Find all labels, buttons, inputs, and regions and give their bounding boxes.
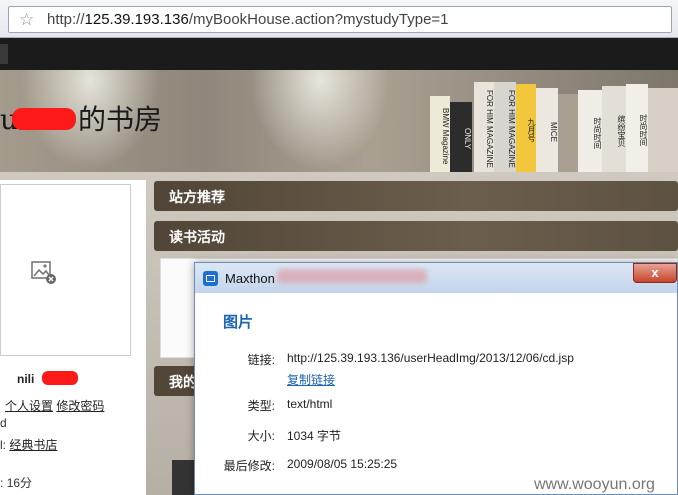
url-prefix: http:// [47,11,85,28]
store-row: l: 经典书店 [0,436,57,453]
star-icon[interactable]: ☆ [19,10,34,30]
link-label: 链接: [247,353,275,367]
dialog-heading: 图片 [223,314,254,331]
address-bar: ☆ http://125.39.193.136/myBookHouse.acti… [0,0,678,38]
copy-link-button[interactable]: 复制链接 [287,371,335,388]
change-password-link[interactable]: 修改密码 [56,399,104,413]
url-host: 125.39.193.136 [84,11,189,28]
avatar[interactable] [0,184,131,356]
url-field[interactable]: ☆ http://125.39.193.136/myBookHouse.acti… [8,6,672,33]
book-spine [558,94,578,172]
dialog-titlebar[interactable]: Maxthon x [195,263,677,293]
sidebar-text-d: d [0,416,7,430]
size-value: 1034 字节 [287,429,342,443]
book-spine: BMW Magazine [430,96,450,172]
url-text: http://125.39.193.136/myBookHouse.action… [47,11,449,29]
url-path: /myBookHouse.action?mystudyType=1 [188,11,449,28]
points-label: : [0,476,4,490]
book-spine: 缤纷宝贝 [602,86,626,172]
image-properties-dialog: Maxthon x 图片 链接: http://125.39.193.136/u… [194,262,678,495]
lamp-glow [250,70,390,170]
settings-link[interactable]: 个人设置 [5,399,53,413]
section-recommended[interactable]: 站方推荐 [154,181,678,211]
points-row: : 16分 [0,474,32,491]
blurred-background-text [277,269,427,283]
points-value: 16分 [6,476,33,490]
book-thumbnail[interactable] [172,460,194,495]
redaction-mark [12,107,77,130]
page-banner: u 的书房 BMW Magazine ONLY FOR HIM MAGAZINE … [0,70,678,172]
book-spine: MICE [536,88,558,172]
broken-image-icon [31,261,56,284]
type-value: text/html [287,397,333,411]
bookshelf-image: BMW Magazine ONLY FOR HIM MAGAZINE FOR H… [430,78,678,172]
title-suffix: 的书房 [78,103,163,136]
username: nili [17,372,35,386]
section-label: 站方推荐 [169,190,225,206]
section-label: 读书活动 [169,230,225,246]
watermark: www.wooyun.org [534,476,655,493]
close-button[interactable]: x [633,263,677,283]
modified-label: 最后修改: [223,459,275,473]
type-label: 类型: [247,399,275,413]
section-reading-activities[interactable]: 读书活动 [154,221,678,251]
close-icon: x [651,265,659,280]
store-label: l: [0,438,6,452]
maxthon-app-icon [203,271,218,286]
modified-value: 2009/08/05 15:25:25 [287,457,398,471]
dialog-title: Maxthon [225,271,275,286]
book-spine [648,88,678,172]
toolbar-handle [0,44,8,64]
account-links: 个人设置 修改密码 [0,397,104,414]
classic-bookstore-link[interactable]: 经典书店 [9,438,57,452]
book-spine: 时尚时间 [626,84,648,172]
redaction-mark [42,371,78,385]
book-spine: 九月号 [516,84,536,172]
book-spine: FOR HIM MAGAZINE [474,82,494,172]
page-title: u 的书房 [0,102,162,138]
browser-toolbar [0,38,678,70]
book-spine: FOR HIM MAGAZINE [494,82,516,172]
book-spine: ONLY [450,102,472,172]
link-value: http://125.39.193.136/userHeadImg/2013/1… [287,351,574,365]
book-spine: 时尚时间 [578,90,602,172]
section-label: 我的 [169,375,197,391]
size-label: 大小: [247,429,275,443]
